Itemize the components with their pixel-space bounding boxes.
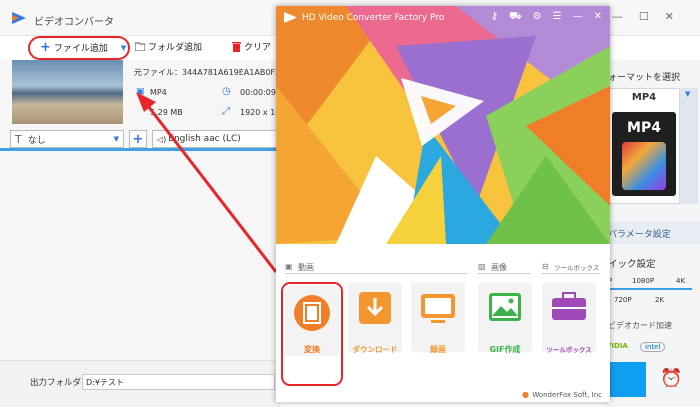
download-tool-label: ダウンロード [352,345,398,354]
download-icon [359,292,391,324]
section-divider [542,273,600,274]
image-section-label: 画像 [491,263,507,272]
download-tool-button[interactable] [348,282,402,352]
toolbox-tool-button[interactable] [542,282,596,352]
video-section-icon: ▣ [285,262,293,271]
close-icon[interactable]: ✕ [594,11,602,24]
toolbox-tool-label: ツールボックス [546,346,592,354]
toolbox-section-icon: ⊟ [542,262,549,271]
toolbox-icon [552,292,586,320]
front-window-controls: ⚷ ⛟ ⚙ ☰ — ✕ [491,11,602,24]
hd-video-converter-window: HD Video Converter Factory Pro ⚷ ⛟ ⚙ ☰ —… [276,6,610,402]
screen-record-icon [421,294,455,323]
gif-tool-label: GIF作成 [489,345,521,354]
menu-icon[interactable]: ☰ [553,11,562,24]
image-section-icon: ▨ [478,262,486,271]
image-icon [489,293,521,321]
convert-highlight [281,282,343,386]
toolbox-section-label: ツールボックス [554,264,600,272]
section-divider [478,273,530,274]
section-divider [285,273,467,274]
copyright-text: WonderFox Soft, Inc [532,391,602,399]
key-icon[interactable]: ⚷ [491,11,498,24]
record-tool-label: 録画 [430,345,446,354]
gif-tool-button[interactable] [478,282,532,352]
front-window-title: HD Video Converter Factory Pro [302,13,445,23]
cart-icon[interactable]: ⛟ [509,11,522,24]
record-tool-button[interactable] [411,282,465,352]
video-section-label: 動画 [298,263,314,272]
hero-banner [276,6,610,244]
minimize-icon[interactable]: — [573,11,583,24]
wonderfox-logo-icon: ● [522,390,529,399]
gear-icon[interactable]: ⚙ [533,11,542,24]
app-logo-icon [284,12,297,23]
